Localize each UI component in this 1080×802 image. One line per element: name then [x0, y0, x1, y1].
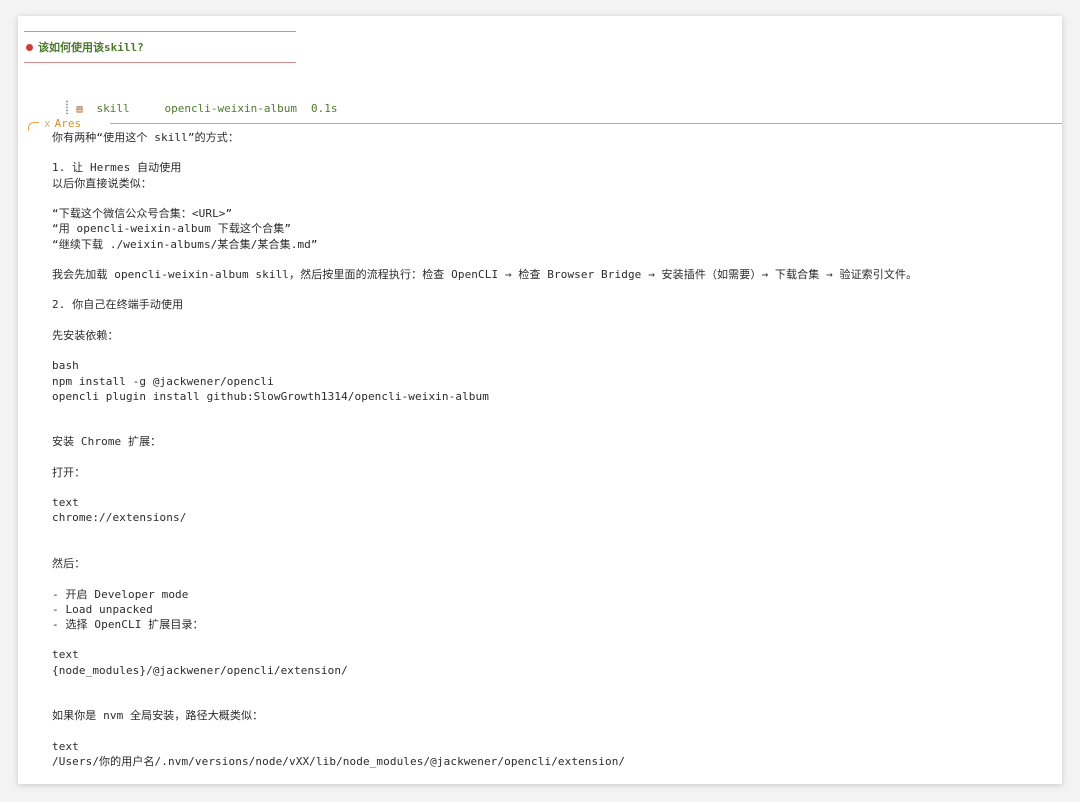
books-icon: ▤: [76, 104, 83, 115]
response-line: [52, 450, 1052, 465]
response-line: [52, 678, 1052, 693]
response-line: [52, 343, 1052, 358]
response-line: text: [52, 648, 79, 662]
response-line: [52, 191, 1052, 206]
vertical-dots-icon: [64, 100, 69, 114]
user-message: 该如何使用该skill?: [26, 40, 144, 56]
response-line: text: [52, 496, 79, 510]
response-line: 先安装依赖：: [52, 328, 119, 342]
response-line: - Load unpacked: [52, 602, 153, 616]
user-bullet-icon: [26, 44, 33, 51]
response-body: 你有两种“使用这个 skill”的方式： 1. 让 Hermes 自动使用 以后你直…: [52, 130, 1052, 769]
response-line: npm install -g @jackwener/opencli: [52, 374, 274, 388]
response-line: 然后：: [52, 557, 86, 571]
response-line: [52, 526, 1052, 541]
response-line: 打开：: [52, 465, 86, 479]
response-line: [52, 419, 1052, 434]
response-line: “继续下载 ./weixin-albums/某合集/某合集.md”: [52, 237, 318, 251]
response-line: text: [52, 739, 79, 753]
response-line: [52, 145, 1052, 160]
response-header-rule: [110, 123, 1062, 124]
response-line: opencli plugin install github:SlowGrowth…: [52, 389, 489, 403]
tool-name: skill: [96, 102, 130, 115]
response-line: [52, 571, 1052, 586]
response-line: 以后你直接说类似：: [52, 176, 152, 190]
terminal-chat-window: 该如何使用该skill? ▤ skill opencli-weixin-album 0…: [18, 16, 1062, 784]
user-message-text: 该如何使用该skill?: [38, 41, 144, 54]
response-header: x Ares: [28, 117, 1062, 131]
response-line: {node_modules}/@jackwener/opencli/extens…: [52, 663, 348, 677]
response-line: /Users/你的用户名/.nvm/versions/node/vXX/lib/…: [52, 754, 626, 768]
response-line: “下载这个微信公众号合集：<URL>”: [52, 207, 233, 221]
close-x-icon: x: [44, 117, 51, 130]
tool-target: opencli-weixin-album: [164, 102, 297, 115]
response-line: 1. 让 Hermes 自动使用: [52, 161, 182, 175]
user-message-top-rule: [24, 31, 296, 32]
response-author: x Ares: [44, 117, 86, 131]
response-line: [52, 541, 1052, 556]
response-line: [52, 724, 1052, 739]
response-line: 你有两种“使用这个 skill”的方式：: [52, 131, 239, 144]
response-line: [52, 693, 1052, 708]
response-line: [52, 404, 1052, 419]
response-line: “用 opencli-weixin-album 下载这个合集”: [52, 222, 292, 236]
response-line: [52, 632, 1052, 647]
response-line: 我会先加载 opencli-weixin-album skill，然后按里面的流…: [52, 267, 918, 281]
tool-call-row[interactable]: ▤ skill opencli-weixin-album 0.1s: [38, 84, 337, 115]
response-line: 安装 Chrome 扩展：: [52, 435, 162, 449]
user-message-bottom-rule: [24, 62, 296, 63]
response-line: [52, 252, 1052, 267]
response-line: [52, 282, 1052, 297]
response-line: - 开启 Developer mode: [52, 587, 189, 601]
response-author-name: Ares: [54, 117, 82, 130]
response-line: bash: [52, 359, 79, 373]
response-line: 2. 你自己在终端手动使用: [52, 298, 184, 312]
response-line: chrome://extensions/: [52, 511, 187, 525]
tool-duration: 0.1s: [310, 102, 338, 115]
response-line: [52, 480, 1052, 495]
response-corner: [28, 122, 39, 131]
response-line: 如果你是 nvm 全局安装，路径大概类似：: [52, 709, 264, 723]
response-line: [52, 313, 1052, 328]
response-line: - 选择 OpenCLI 扩展目录：: [52, 618, 204, 631]
